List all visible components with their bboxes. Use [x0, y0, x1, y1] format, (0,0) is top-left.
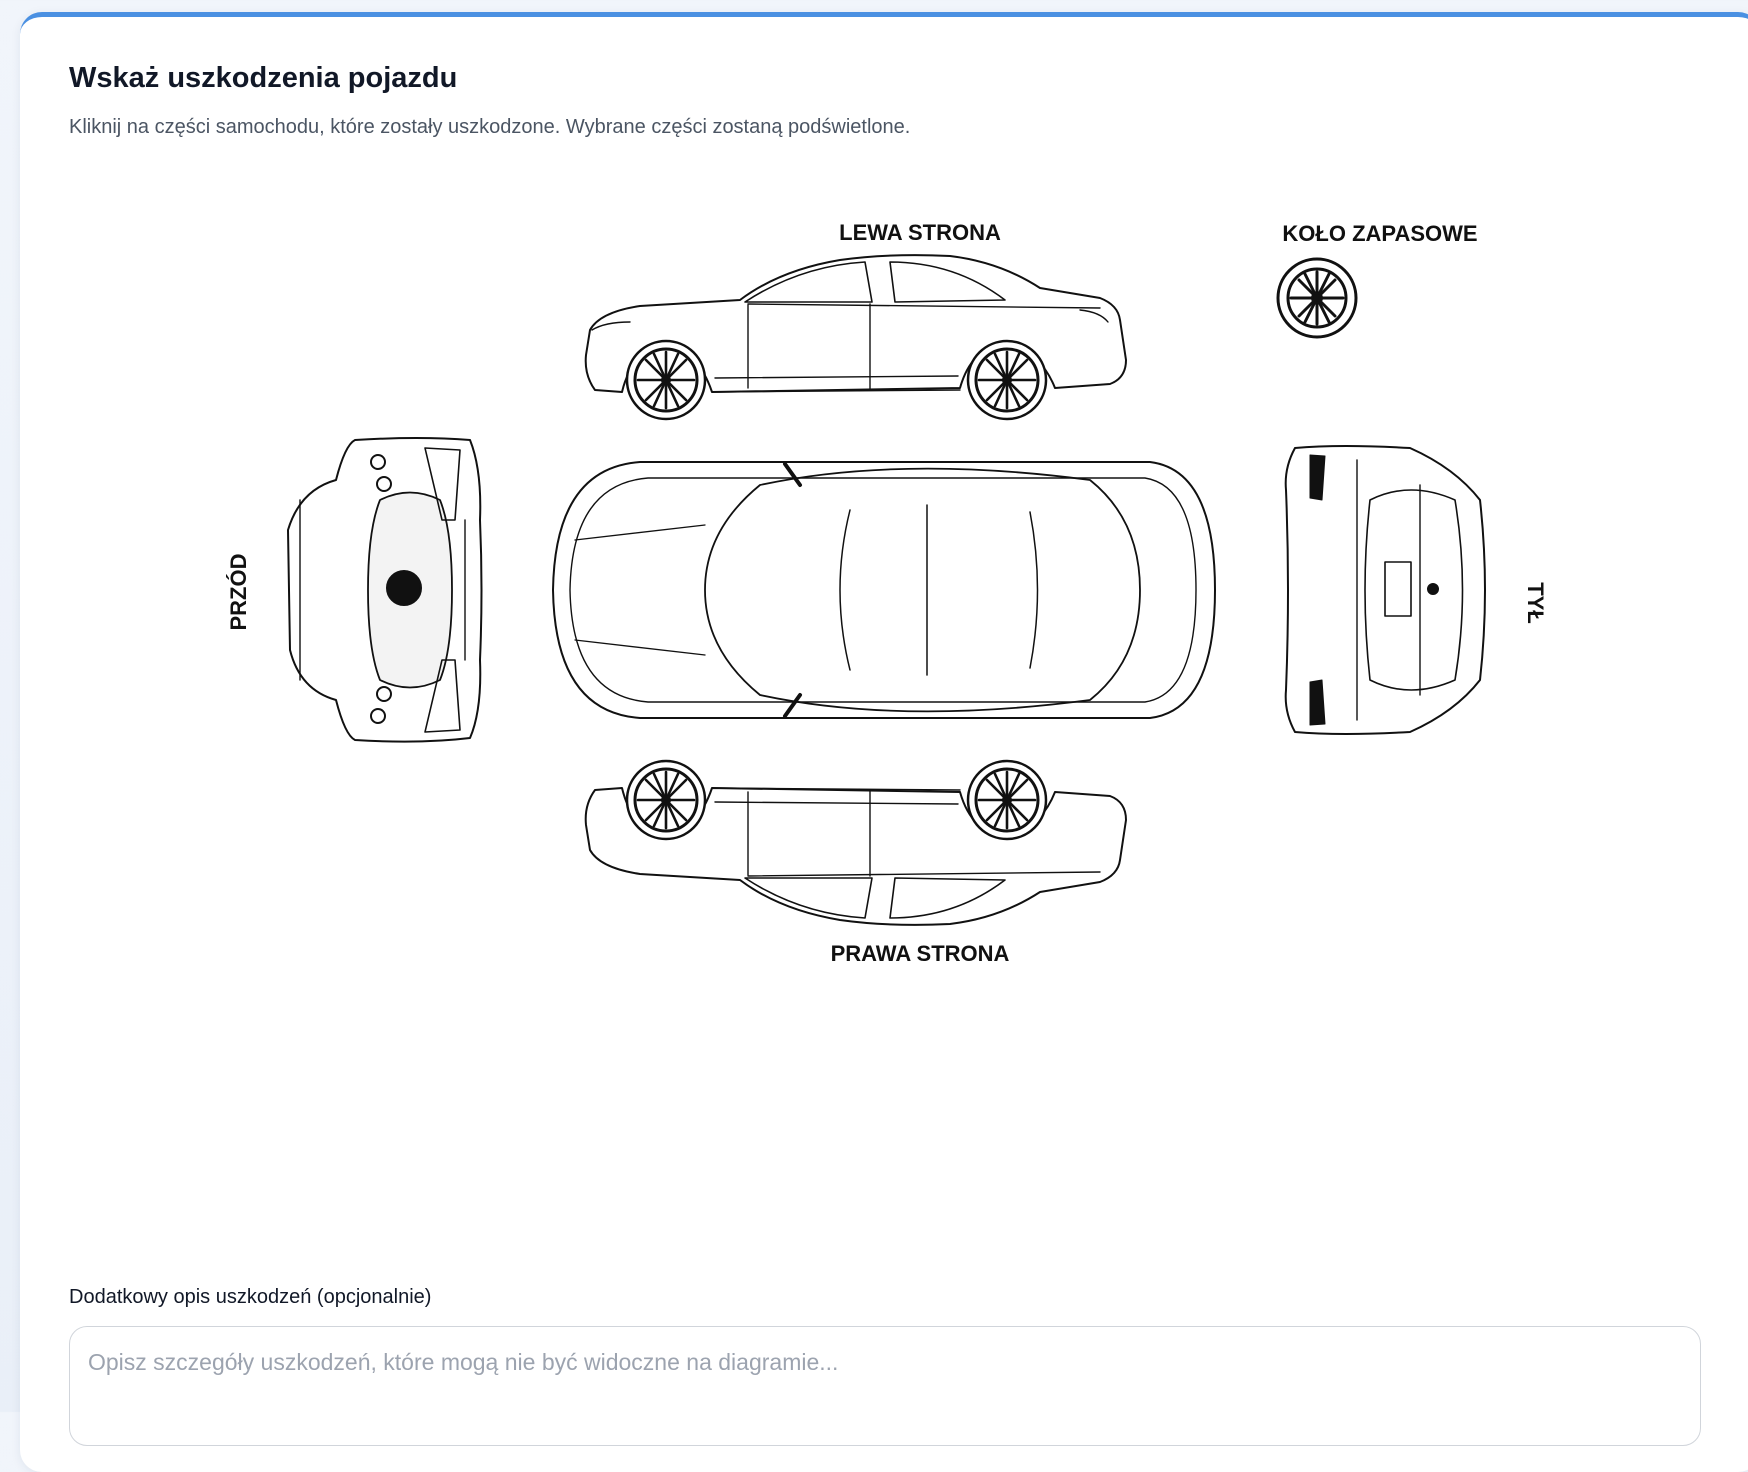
- car-left-side-view: [584, 254, 1127, 421]
- description-label: Dodatkowy opis uszkodzeń (opcjonalnie): [69, 1286, 432, 1308]
- label-front: PRZÓD: [226, 554, 251, 631]
- vehicle-damage-diagram: LEWA STRONA KOŁO ZAPASOWE PRZÓD TYŁ PRAW…: [0, 0, 1748, 1100]
- spare-wheel[interactable]: [1276, 257, 1358, 339]
- top-body[interactable]: [552, 461, 1216, 719]
- label-rear: TYŁ: [1523, 582, 1548, 624]
- car-rear-view: [1284, 445, 1486, 735]
- label-spare-wheel: KOŁO ZAPASOWE: [1282, 221, 1477, 246]
- damage-description-textarea[interactable]: [69, 1326, 1701, 1446]
- label-left-side: LEWA STRONA: [839, 220, 1001, 245]
- label-right-side: PRAWA STRONA: [831, 941, 1010, 966]
- car-front-view: [287, 437, 483, 743]
- car-right-side-view: [584, 759, 1127, 926]
- car-top-view: [552, 461, 1216, 719]
